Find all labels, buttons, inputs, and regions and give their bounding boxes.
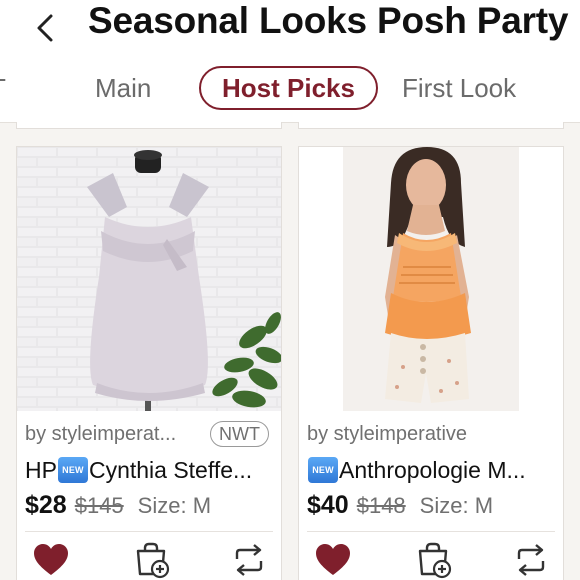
divider [307,531,555,532]
listing-card[interactable]: by styleimperat... NWT HP NEW Cynthia Stef… [16,146,282,580]
heart-icon[interactable] [31,541,71,579]
price: $40 [307,491,349,519]
bundle-add-icon[interactable] [413,541,453,579]
seller-name[interactable]: by styleimperative [307,423,555,446]
original-price: $145 [74,493,124,518]
page-title: Seasonal Looks Posh Party [88,0,569,41]
divider [25,531,273,532]
title-prefix: HP [25,457,57,483]
new-emoji-icon: NEW [57,457,88,483]
heart-icon[interactable] [313,541,353,579]
listing-card[interactable]: by styleimperative NEW Anthropologie M...… [298,146,564,580]
price-row: $28 $145 Size: M [25,491,275,523]
action-bar [299,537,563,580]
size-label: Size: M [137,493,212,518]
tab-first-look[interactable]: First Look [402,66,516,110]
seller-name[interactable]: by styleimperat... [25,423,201,446]
listing-title[interactable]: HP NEW Cynthia Steffe... [25,457,275,484]
original-price: $148 [356,493,406,518]
tab-main[interactable]: Main [95,66,151,110]
tab-partial[interactable]: T [0,66,6,110]
chevron-left-icon[interactable] [26,8,66,48]
share-repost-icon[interactable] [229,541,269,579]
listing-photo[interactable] [299,147,563,411]
action-bar [17,537,281,580]
new-emoji-icon: NEW [308,457,338,483]
header-bar: Seasonal Looks Posh Party [0,0,580,56]
listing-title[interactable]: NEW Anthropologie M... [307,457,557,484]
title-text: Anthropologie M... [339,457,526,483]
nwt-badge: NWT [210,421,269,447]
size-label: Size: M [419,493,494,518]
title-text: Cynthia Steffe... [88,457,253,483]
seller-row: by styleimperative [307,421,555,451]
bundle-add-icon[interactable] [131,541,171,579]
card-bottom-edge [298,122,564,129]
tab-bar: T Main Host Picks First Look [0,56,580,123]
price-row: $40 $148 Size: M [307,491,557,523]
card-bottom-edge [16,122,282,129]
share-repost-icon[interactable] [511,541,551,579]
tab-host-picks[interactable]: Host Picks [199,66,378,110]
listing-photo[interactable] [17,147,281,411]
seller-row: by styleimperat... NWT [25,421,273,451]
price: $28 [25,491,67,519]
